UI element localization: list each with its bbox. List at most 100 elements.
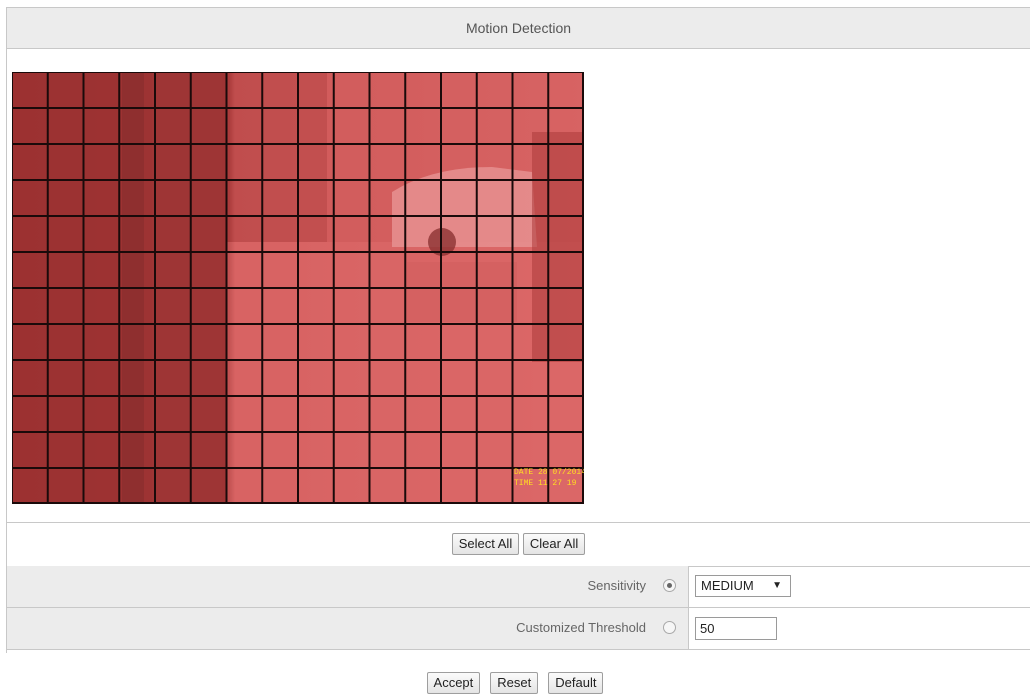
grid-cell[interactable] — [119, 108, 155, 144]
grid-cell[interactable] — [262, 72, 298, 108]
grid-cell[interactable] — [12, 108, 48, 144]
grid-cell[interactable] — [405, 396, 441, 432]
grid-cell[interactable] — [405, 216, 441, 252]
grid-cell[interactable] — [262, 144, 298, 180]
grid-cell[interactable] — [155, 324, 191, 360]
grid-cell[interactable] — [226, 468, 263, 504]
grid-cell[interactable] — [441, 144, 477, 180]
grid-cell[interactable] — [476, 324, 513, 360]
grid-cell[interactable] — [262, 252, 298, 288]
clear-all-button[interactable]: Clear All — [522, 533, 586, 555]
grid-cell[interactable] — [119, 432, 155, 468]
select-all-button[interactable]: Select All — [451, 533, 520, 555]
grid-cell[interactable] — [190, 432, 227, 468]
grid-cell[interactable] — [262, 180, 298, 216]
grid-cell[interactable] — [333, 288, 370, 324]
grid-cell[interactable] — [476, 252, 513, 288]
grid-cell[interactable] — [83, 252, 120, 288]
grid-cell[interactable] — [226, 252, 263, 288]
threshold-input[interactable] — [695, 617, 777, 640]
grid-cell[interactable] — [47, 288, 84, 324]
grid-cell[interactable] — [155, 144, 191, 180]
grid-cell[interactable] — [369, 180, 406, 216]
grid-cell[interactable] — [298, 180, 334, 216]
grid-cell[interactable] — [190, 468, 227, 504]
grid-cell[interactable] — [441, 324, 477, 360]
grid-cell[interactable] — [226, 324, 263, 360]
grid-cell[interactable] — [548, 252, 584, 288]
grid-cell[interactable] — [298, 216, 334, 252]
grid-cell[interactable] — [298, 324, 334, 360]
grid-cell[interactable] — [47, 324, 84, 360]
grid-cell[interactable] — [512, 252, 549, 288]
grid-cell[interactable] — [441, 360, 477, 396]
grid-cell[interactable] — [47, 360, 84, 396]
grid-cell[interactable] — [512, 72, 549, 108]
grid-cell[interactable] — [405, 180, 441, 216]
threshold-radio[interactable] — [663, 621, 676, 634]
sensitivity-radio[interactable] — [663, 579, 676, 592]
grid-cell[interactable] — [83, 432, 120, 468]
grid-cell[interactable] — [441, 432, 477, 468]
grid-cell[interactable] — [47, 108, 84, 144]
grid-cell[interactable] — [298, 432, 334, 468]
grid-cell[interactable] — [369, 324, 406, 360]
grid-cell[interactable] — [512, 432, 549, 468]
grid-cell[interactable] — [47, 432, 84, 468]
grid-cell[interactable] — [333, 360, 370, 396]
grid-cell[interactable] — [333, 216, 370, 252]
grid-cell[interactable] — [441, 72, 477, 108]
grid-cell[interactable] — [83, 216, 120, 252]
grid-cell[interactable] — [226, 360, 263, 396]
grid-cell[interactable] — [119, 252, 155, 288]
grid-cell[interactable] — [441, 108, 477, 144]
grid-cell[interactable] — [12, 216, 48, 252]
grid-cell[interactable] — [512, 288, 549, 324]
sensitivity-select[interactable]: MEDIUM ▼ — [695, 575, 791, 597]
grid-cell[interactable] — [441, 180, 477, 216]
grid-cell[interactable] — [226, 180, 263, 216]
grid-cell[interactable] — [476, 180, 513, 216]
grid-cell[interactable] — [512, 396, 549, 432]
grid-cell[interactable] — [405, 432, 441, 468]
grid-cell[interactable] — [369, 360, 406, 396]
grid-cell[interactable] — [83, 108, 120, 144]
grid-cell[interactable] — [333, 252, 370, 288]
grid-cell[interactable] — [190, 144, 227, 180]
grid-cell[interactable] — [548, 324, 584, 360]
grid-cell[interactable] — [298, 288, 334, 324]
grid-cell[interactable] — [476, 396, 513, 432]
grid-cell[interactable] — [12, 324, 48, 360]
grid-cell[interactable] — [119, 360, 155, 396]
grid-cell[interactable] — [190, 288, 227, 324]
grid-cell[interactable] — [119, 324, 155, 360]
grid-cell[interactable] — [262, 432, 298, 468]
grid-cell[interactable] — [47, 180, 84, 216]
grid-cell[interactable] — [155, 360, 191, 396]
grid-cell[interactable] — [298, 468, 334, 504]
grid-cell[interactable] — [548, 216, 584, 252]
grid-cell[interactable] — [262, 396, 298, 432]
grid-cell[interactable] — [190, 216, 227, 252]
grid-cell[interactable] — [512, 360, 549, 396]
grid-cell[interactable] — [548, 396, 584, 432]
grid-cell[interactable] — [12, 144, 48, 180]
grid-cell[interactable] — [226, 396, 263, 432]
grid-cell[interactable] — [226, 216, 263, 252]
grid-cell[interactable] — [405, 468, 441, 504]
grid-cell[interactable] — [548, 360, 584, 396]
grid-cell[interactable] — [226, 432, 263, 468]
grid-cell[interactable] — [333, 180, 370, 216]
grid-cell[interactable] — [369, 396, 406, 432]
reset-button[interactable]: Reset — [490, 672, 539, 694]
grid-cell[interactable] — [476, 360, 513, 396]
grid-cell[interactable] — [298, 72, 334, 108]
grid-cell[interactable] — [369, 108, 406, 144]
grid-cell[interactable] — [190, 72, 227, 108]
grid-cell[interactable] — [83, 144, 120, 180]
grid-cell[interactable] — [47, 216, 84, 252]
grid-cell[interactable] — [476, 144, 513, 180]
grid-cell[interactable] — [262, 288, 298, 324]
grid-cell[interactable] — [548, 288, 584, 324]
grid-cell[interactable] — [262, 360, 298, 396]
